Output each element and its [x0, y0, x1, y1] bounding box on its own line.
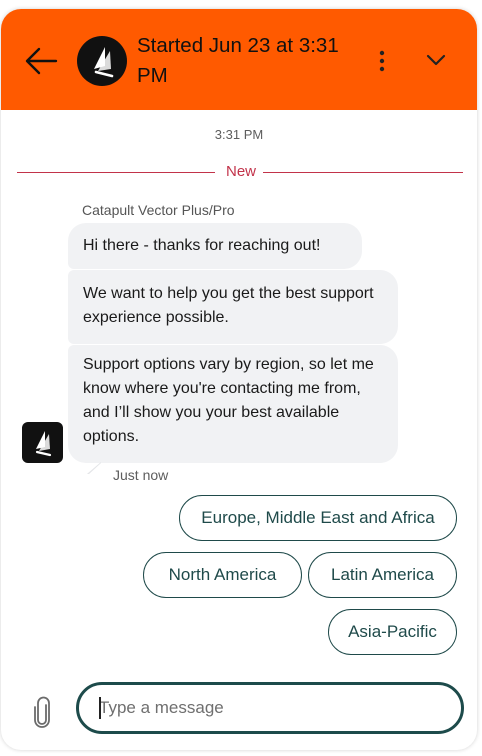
message-input[interactable] — [76, 682, 464, 734]
message-bubble: We want to help you get the best support… — [68, 270, 398, 344]
paperclip-icon — [34, 696, 50, 728]
divider-line — [263, 172, 463, 173]
divider-line — [17, 172, 215, 173]
catapult-logo-icon — [94, 47, 114, 78]
minimize-chat-button[interactable] — [423, 49, 449, 71]
text-cursor — [99, 697, 101, 719]
chat-header: Started Jun 23 at 3:31 PM — [1, 9, 477, 110]
conversation-start-time: 3:31 PM — [214, 127, 264, 142]
option-emea-button[interactable]: Europe, Middle East and Africa — [179, 495, 457, 541]
more-options-button[interactable] — [371, 47, 393, 75]
message-bubble: Support options vary by region, so let m… — [68, 345, 398, 463]
option-north-america-button[interactable]: North America — [143, 552, 302, 598]
chevron-down-icon — [426, 54, 446, 66]
chat-widget: Started Jun 23 at 3:31 PM 3:31 PM New Ca… — [1, 9, 477, 750]
bubble-tail — [87, 462, 101, 474]
new-label: New — [225, 163, 256, 180]
agent-avatar — [22, 422, 63, 463]
arrow-left-icon — [25, 47, 58, 75]
catapult-logo-icon — [35, 431, 52, 457]
option-latin-america-button[interactable]: Latin America — [308, 552, 457, 598]
conversation-title: Started Jun 23 at 3:31 PM — [137, 34, 339, 87]
message-time: Just now — [113, 467, 169, 483]
option-asia-pacific-button[interactable]: Asia-Pacific — [328, 609, 457, 655]
agent-name: Catapult Vector Plus/Pro — [82, 202, 235, 218]
back-button[interactable] — [23, 43, 59, 79]
message-bubble: Hi there - thanks for reaching out! — [68, 223, 362, 269]
new-messages-divider: New — [17, 162, 463, 184]
vertical-ellipsis-icon — [379, 50, 385, 72]
catapult-logo-avatar — [77, 36, 127, 86]
attach-file-button[interactable] — [31, 696, 53, 730]
